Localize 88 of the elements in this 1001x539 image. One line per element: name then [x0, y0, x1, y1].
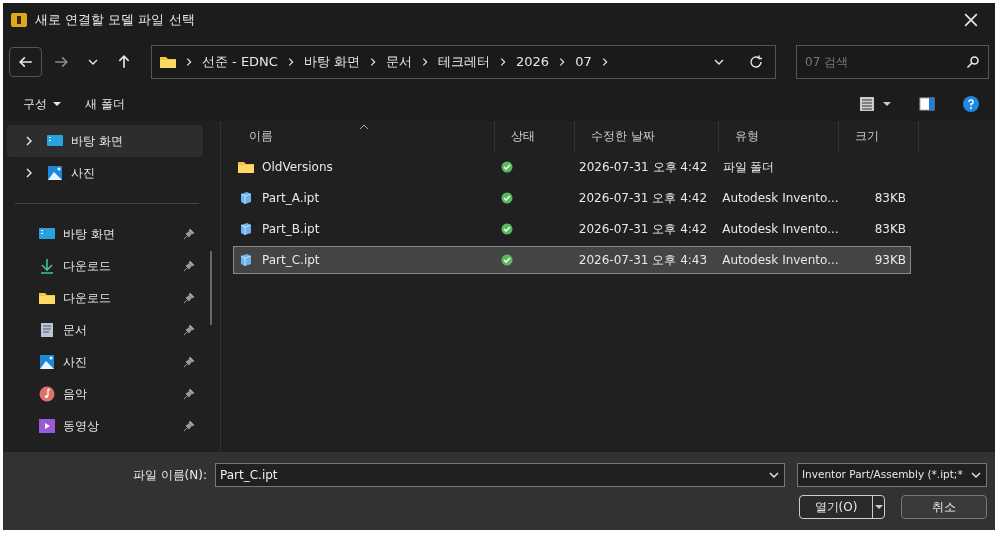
size-cell: 83KB: [874, 221, 906, 236]
file-name: Part_C.ipt: [262, 251, 320, 269]
column-header[interactable]: 유형: [719, 121, 839, 151]
search-icon: [966, 55, 980, 69]
column-header[interactable]: 수정한 날짜: [575, 121, 719, 151]
command-button[interactable]: 새 폴더: [77, 91, 133, 117]
pin-icon: [183, 356, 195, 368]
pin-icon: [183, 228, 195, 240]
open-button[interactable]: 열기(O): [799, 495, 885, 519]
close-icon: [964, 13, 978, 27]
file-row[interactable]: Part_B.ipt 2026-07-31 오후 4:42 Autodesk Invento... 83KB: [233, 214, 911, 243]
cube-icon: [238, 220, 254, 237]
cube-icon: [238, 251, 254, 268]
command-button[interactable]: 구성: [15, 91, 69, 117]
monitor-icon: [39, 226, 55, 242]
synced-check-icon: [501, 191, 514, 204]
column-header[interactable]: 이름: [233, 121, 495, 151]
cube-icon: [238, 189, 254, 206]
refresh-icon[interactable]: [749, 55, 764, 69]
synced-check-icon: [501, 222, 514, 235]
window-title: 새로 연결할 모델 파일 선택: [35, 11, 195, 30]
forward-arrow-icon: [54, 55, 69, 69]
breadcrumb-item[interactable]: 07: [575, 52, 592, 72]
breadcrumb-item[interactable]: 테크레터: [438, 52, 491, 72]
app-icon: [11, 12, 27, 28]
document-icon: [39, 322, 55, 338]
breadcrumb-item[interactable]: 바탕 화면: [303, 52, 361, 72]
view-list-icon[interactable]: [859, 96, 875, 112]
filename-label: 파일 이름(N):: [132, 467, 207, 484]
file-name: Part_B.ipt: [262, 220, 320, 238]
up-arrow-icon: [117, 55, 132, 69]
sidebar-item[interactable]: 사진: [7, 346, 203, 378]
folder-icon: [159, 54, 176, 70]
video-icon: [39, 418, 55, 434]
cancel-button[interactable]: 취소: [901, 495, 987, 519]
file-row[interactable]: Part_C.ipt 2026-07-31 오후 4:43 Autodesk Invento... 93KB: [233, 245, 911, 274]
sidebar-item[interactable]: 사진: [7, 157, 203, 189]
back-button[interactable]: [9, 47, 43, 77]
pin-icon: [183, 420, 195, 432]
folder-icon: [39, 290, 55, 306]
image-icon: [47, 165, 63, 181]
size-cell: 93KB: [874, 252, 906, 267]
monitor-icon: [47, 133, 63, 149]
sidebar-item[interactable]: 바탕 화면: [7, 218, 203, 250]
type-cell: 파일 폴더: [722, 159, 775, 174]
back-arrow-icon: [18, 55, 33, 69]
date-cell: 2026-07-31 오후 4:42: [578, 190, 708, 205]
size-cell: 83KB: [874, 190, 906, 205]
synced-check-icon: [501, 253, 514, 266]
sidebar-item[interactable]: 동영상: [7, 410, 203, 442]
file-name: OldVersions: [262, 158, 333, 176]
file-type-dropdown[interactable]: Inventor Part/Assembly (*.ipt;*: [797, 463, 987, 487]
help-icon[interactable]: [963, 96, 979, 112]
pin-icon: [183, 388, 195, 400]
breadcrumb-item[interactable]: 2026: [516, 52, 550, 72]
breadcrumb-item[interactable]: 선준 - EDNC: [201, 52, 278, 72]
type-cell: Autodesk Invento...: [722, 221, 839, 236]
breadcrumb-item[interactable]: 문서: [386, 52, 413, 72]
date-cell: 2026-07-31 오후 4:42: [578, 221, 708, 236]
sidebar-item[interactable]: 문서: [7, 314, 203, 346]
sidebar-item[interactable]: 바탕 화면: [7, 125, 203, 157]
synced-check-icon: [501, 160, 514, 173]
dropdown-icon: [874, 503, 883, 511]
image-icon: [39, 354, 55, 370]
preview-pane-icon[interactable]: [919, 96, 935, 112]
address-bar[interactable]: 선준 - EDNC 바탕 화면 문서 테크레터 2026 07: [150, 45, 777, 79]
sidebar-item[interactable]: 다운로드: [7, 282, 203, 314]
type-cell: Autodesk Invento...: [722, 190, 839, 205]
pin-icon: [183, 292, 195, 304]
dropdown-icon: [53, 100, 61, 108]
sidebar-item[interactable]: 음악: [7, 378, 203, 410]
dropdown-icon[interactable]: [883, 100, 891, 108]
music-icon: [39, 386, 55, 402]
column-header[interactable]: 상태: [495, 121, 575, 151]
download-icon: [39, 258, 55, 274]
date-cell: 2026-07-31 오후 4:43: [578, 252, 708, 267]
sort-up-icon: [358, 123, 369, 131]
search-field[interactable]: 07 검색: [796, 45, 989, 79]
file-row[interactable]: Part_A.ipt 2026-07-31 오후 4:42 Autodesk Invento... 83KB: [233, 183, 911, 212]
type-cell: Autodesk Invento...: [722, 252, 839, 267]
column-header[interactable]: 크기: [839, 121, 919, 151]
file-row[interactable]: OldVersions 2026-07-31 오후 4:42 파일 폴더: [233, 152, 911, 181]
filename-field[interactable]: Part_C.ipt: [215, 463, 785, 487]
sidebar-item[interactable]: 다운로드: [7, 250, 203, 282]
date-cell: 2026-07-31 오후 4:42: [579, 159, 708, 174]
pin-icon: [183, 324, 195, 336]
file-name: Part_A.ipt: [262, 189, 320, 207]
pin-icon: [183, 260, 195, 272]
